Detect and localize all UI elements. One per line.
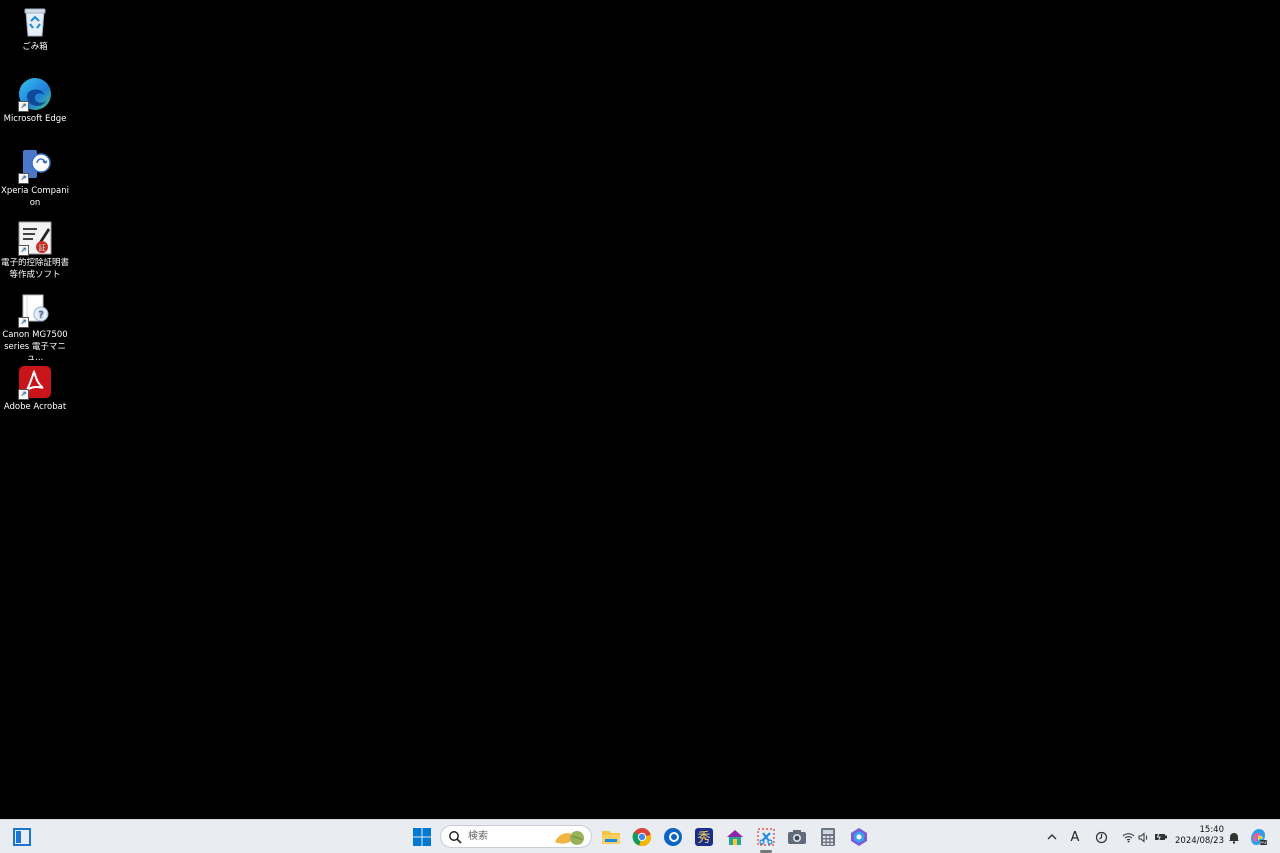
recycle-bin-icon [17, 4, 53, 40]
desktop-icon-label: Adobe Acrobat [3, 402, 67, 412]
shortcut-arrow-icon: ↗ [18, 317, 29, 328]
desktop-icon-label: Microsoft Edge [3, 114, 67, 124]
shortcut-arrow-icon: ↗ [18, 173, 29, 184]
desktop-icon-recycle-bin[interactable]: ごみ箱 [0, 4, 70, 54]
svg-text:?: ? [38, 310, 43, 321]
clock-date: 2024/08/23 [1175, 836, 1224, 846]
calculator-icon [821, 828, 835, 846]
svg-text:秀: 秀 [697, 831, 710, 846]
chevron-up-icon [1047, 834, 1057, 840]
taskbar-clock[interactable]: 15:40 2024/08/23 [1172, 825, 1224, 847]
calligraphy-app-icon: 秀 [695, 828, 713, 846]
svg-text:PRE: PRE [1260, 841, 1268, 845]
folder-icon [602, 831, 620, 844]
desktop-icon-label: ごみ箱 [22, 42, 48, 52]
ime-mode-label: A [1070, 829, 1080, 845]
desktop-icon-canon-manual[interactable]: ? ↗ Canon MG7500 series 電子マニュ... [0, 292, 70, 365]
tray-volume-button[interactable] [1135, 827, 1153, 847]
desktop-icon-adobe-acrobat[interactable]: ↗ Adobe Acrobat [0, 364, 70, 414]
adobe-acrobat-icon: ↗ [17, 364, 53, 400]
tray-battery-button[interactable] [1152, 827, 1170, 847]
shortcut-arrow-icon: ↗ [18, 101, 29, 112]
taskbar-copilot[interactable] [847, 825, 871, 849]
search-highlight-melon-icon [555, 830, 584, 845]
desktop-icon-label: 電子的控除証明書等作成ソフト [1, 258, 70, 280]
taskbar-camera[interactable] [785, 825, 809, 849]
ime-indicator[interactable]: A [1066, 827, 1084, 847]
sync-icon [1095, 831, 1107, 843]
outlook-icon [664, 828, 682, 846]
widgets-icon [13, 828, 31, 846]
edge-icon: ↗ [17, 76, 53, 112]
snipping-tool-icon [757, 828, 775, 846]
clock-time: 15:40 [1199, 825, 1225, 835]
copilot-icon [851, 828, 867, 846]
chrome-icon [632, 828, 652, 847]
speaker-icon [1138, 831, 1148, 843]
start-button[interactable] [410, 825, 434, 849]
taskbar-file-explorer[interactable] [599, 825, 623, 849]
taskbar-outlook[interactable] [661, 825, 685, 849]
shortcut-arrow-icon: ↗ [18, 389, 29, 400]
wifi-icon [1122, 832, 1134, 842]
desktop-icon-microsoft-edge[interactable]: ↗ Microsoft Edge [0, 76, 70, 126]
taskbar: 秀 [0, 819, 1280, 853]
camera-icon [788, 830, 806, 844]
tray-sync-button[interactable] [1092, 827, 1110, 847]
search-input[interactable] [466, 830, 550, 843]
battery-charging-icon [1155, 832, 1167, 842]
desktop-icon-label: Xperia Companion [1, 186, 69, 208]
desktop-icon-label: Canon MG7500 series 電子マニュ... [2, 330, 68, 363]
search-icon [449, 830, 462, 844]
widgets-button[interactable] [10, 825, 34, 849]
taskbar-calligraphy-app[interactable]: 秀 [692, 825, 716, 849]
desktop[interactable]: ごみ箱 ↗ Microsoft Edge ↗ Xperia Companion … [0, 0, 1280, 819]
xperia-companion-icon: ↗ [17, 148, 53, 184]
bell-icon [1229, 832, 1239, 844]
taskbar-search-box[interactable] [440, 825, 592, 848]
canon-manual-icon: ? ↗ [17, 292, 53, 328]
copilot-preview-icon: PRE [1251, 829, 1268, 845]
house-icon [727, 830, 743, 845]
desktop-icon-deduction-certificate-software[interactable]: 証 ↗ 電子的控除証明書等作成ソフト [0, 220, 70, 281]
copilot-preview-button[interactable]: PRE [1246, 825, 1270, 849]
taskbar-chrome[interactable] [630, 825, 654, 849]
shortcut-arrow-icon: ↗ [18, 245, 29, 256]
taskbar-house-app[interactable] [723, 825, 747, 849]
show-hidden-icons-button[interactable] [1043, 827, 1061, 847]
svg-text:証: 証 [39, 243, 46, 252]
taskbar-calculator[interactable] [816, 825, 840, 849]
taskbar-snipping-tool[interactable] [754, 825, 778, 849]
desktop-icon-xperia-companion[interactable]: ↗ Xperia Companion [0, 148, 70, 209]
windows-start-icon [413, 828, 431, 846]
deduction-certificate-icon: 証 ↗ [17, 220, 53, 256]
notifications-button[interactable] [1225, 827, 1243, 847]
